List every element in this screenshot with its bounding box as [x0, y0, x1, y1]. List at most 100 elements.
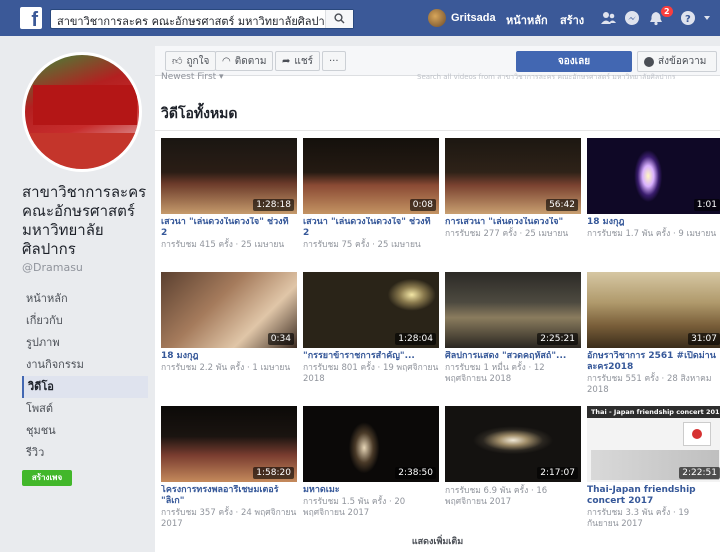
- page-profile-picture[interactable]: [22, 52, 142, 172]
- sidebar-item-reviews[interactable]: รีวิว: [22, 442, 148, 464]
- video-title[interactable]: 18 มงกุฎ: [161, 351, 297, 362]
- video-card[interactable]: 1:58:20 โครงการทรงพลอารีเชษมเตอร์ "ลิเก"…: [161, 406, 297, 530]
- video-thumbnail[interactable]: 1:58:20: [161, 406, 297, 482]
- video-card[interactable]: 31:07 อักษราวิชาการ 2561 #เปิดม่านละคร20…: [587, 272, 720, 396]
- video-title[interactable]: เสวนา "เล่นดวงในดวงใจ" ช่วงที่ 2: [161, 217, 297, 239]
- svg-text:?: ?: [685, 14, 691, 25]
- page-title[interactable]: สาขาวิชาการละคร คณะอักษรศาสตร์ มหาวิทยาล…: [22, 183, 152, 259]
- video-card[interactable]: 2:38:50 มหาดเมะ การรับชม 1.5 พัน ครั้ง ·…: [303, 406, 439, 519]
- messenger-icon: [644, 57, 654, 67]
- share-button[interactable]: ➦ แชร์: [275, 51, 320, 71]
- video-title[interactable]: เสวนา "เล่นดวงในดวงใจ" ช่วงที่ 2: [303, 217, 439, 239]
- video-duration: 1:58:20: [253, 467, 294, 479]
- video-card[interactable]: Thai - Japan friendship concert 2017 2:2…: [587, 406, 720, 530]
- thumbnail-caption: Thai - Japan friendship concert 2017: [587, 406, 720, 418]
- user-name: Gritsada: [451, 12, 496, 24]
- profile-picture-lower-band: [25, 133, 139, 169]
- follow-label: ติดตาม: [234, 55, 267, 67]
- video-views: การรับชม 6.9 พัน ครั้ง · 16 พฤศจิกายน 20…: [445, 486, 548, 507]
- rss-follow-icon: ◠: [222, 55, 231, 67]
- video-title[interactable]: การเสวนา "เล่นดวงในดวงใจ": [445, 217, 581, 228]
- avatar: [428, 9, 446, 27]
- search-icon: [334, 13, 345, 24]
- video-title[interactable]: 18 มงกุฎ: [587, 217, 720, 228]
- video-thumbnail[interactable]: Thai - Japan friendship concert 2017 2:2…: [587, 406, 720, 482]
- video-duration: 0:08: [409, 199, 436, 211]
- videos-panel: Newest First ▾ Search all videos from สา…: [155, 72, 720, 552]
- video-views: การรับชม 1.5 พัน ครั้ง · 20 พฤศจิกายน 20…: [303, 497, 406, 518]
- video-title[interactable]: โครงการทรงพลอารีเชษมเตอร์ "ลิเก": [161, 485, 297, 507]
- video-thumbnail[interactable]: 31:07: [587, 272, 720, 348]
- share-arrow-icon: ➦: [282, 55, 291, 67]
- sidebar-item-posts[interactable]: โพสต์: [22, 398, 148, 420]
- video-thumbnail[interactable]: 2:38:50: [303, 406, 439, 482]
- share-label: แชร์: [294, 55, 313, 67]
- send-message-button[interactable]: ส่งข้อความ: [637, 51, 717, 72]
- video-card[interactable]: 56:42 การเสวนา "เล่นดวงในดวงใจ" การรับชม…: [445, 138, 581, 240]
- video-card[interactable]: 1:28:18 เสวนา "เล่นดวงในดวงใจ" ช่วงที่ 2…: [161, 138, 297, 251]
- video-duration: 2:22:51: [679, 467, 720, 479]
- sort-dropdown[interactable]: Newest First ▾: [161, 72, 224, 82]
- page-username[interactable]: @Dramasu: [22, 261, 83, 274]
- facebook-logo-icon[interactable]: f: [20, 7, 42, 29]
- sidebar-item-about[interactable]: เกี่ยวกับ: [22, 310, 148, 332]
- profile-picture-banner: [33, 85, 137, 125]
- like-button[interactable]: 👍︎ ถูกใจ: [165, 51, 217, 71]
- video-thumbnail[interactable]: 0:08: [303, 138, 439, 214]
- video-thumbnail[interactable]: 2:25:21: [445, 272, 581, 348]
- search-button[interactable]: [325, 10, 353, 28]
- top-navigation-bar: f สาขาวิชาการละคร คณะอักษรศาสตร์ มหาวิทย…: [0, 0, 720, 36]
- sidebar-item-events[interactable]: งานกิจกรรม: [22, 354, 148, 376]
- video-thumbnail[interactable]: 56:42: [445, 138, 581, 214]
- video-thumbnail[interactable]: 1:28:18: [161, 138, 297, 214]
- home-link[interactable]: หน้าหลัก: [506, 11, 548, 29]
- video-thumbnail[interactable]: 1:28:04: [303, 272, 439, 348]
- like-label: ถูกใจ: [186, 55, 210, 67]
- video-duration: 31:07: [688, 333, 720, 345]
- messenger-icon[interactable]: [624, 10, 640, 26]
- video-views: การรับชม 551 ครั้ง · 28 สิงหาคม 2018: [587, 374, 712, 395]
- divider: [155, 130, 720, 131]
- more-options-button[interactable]: ···: [322, 51, 346, 71]
- page-sidebar-nav: หน้าหลัก เกี่ยวกับ รูปภาพ งานกิจกรรม วิด…: [22, 288, 148, 464]
- video-duration: 1:28:18: [253, 199, 294, 211]
- sidebar-item-community[interactable]: ชุมชน: [22, 420, 148, 442]
- video-thumbnail[interactable]: 2:17:07: [445, 406, 581, 482]
- video-card[interactable]: 2:17:07 การรับชม 6.9 พัน ครั้ง · 16 พฤศจ…: [445, 406, 581, 508]
- friend-requests-icon[interactable]: [600, 10, 616, 26]
- video-card[interactable]: 1:01 18 มงกุฎ การรับชม 1.7 พัน ครั้ง · 9…: [587, 138, 720, 240]
- send-message-label: ส่งข้อความ: [658, 56, 707, 67]
- video-views: การรับชม 357 ครั้ง · 24 พฤศจิกายน 2017: [161, 508, 297, 529]
- video-title[interactable]: มหาดเมะ: [303, 485, 439, 496]
- video-card[interactable]: 0:34 18 มงกุฎ การรับชม 2.2 พัน ครั้ง · 1…: [161, 272, 297, 374]
- video-title[interactable]: อักษราวิชาการ 2561 #เปิดม่านละคร2018: [587, 351, 720, 373]
- search-field[interactable]: สาขาวิชาการละคร คณะอักษรศาสตร์ มหาวิทยาล…: [50, 9, 354, 29]
- video-views: การรับชม 2.2 พัน ครั้ง · 1 เมษายน: [161, 363, 291, 373]
- account-menu-chevron-down-icon[interactable]: [702, 10, 712, 26]
- book-now-button[interactable]: จองเลย: [516, 51, 632, 72]
- video-search-input[interactable]: Search all videos from สาขาวิชาการละคร ค…: [417, 72, 717, 83]
- video-title[interactable]: Thai-Japan friendship concert 2017: [587, 485, 720, 507]
- sidebar-item-home[interactable]: หน้าหลัก: [22, 288, 148, 310]
- video-thumbnail[interactable]: 0:34: [161, 272, 297, 348]
- section-title: วิดีโอทั้งหมด: [161, 106, 238, 122]
- video-card[interactable]: 1:28:04 "กรรยาข้าราชการสำคัญ"... การรับช…: [303, 272, 439, 385]
- show-more-link[interactable]: แสดงเพิ่มเติม: [155, 534, 720, 548]
- video-title[interactable]: "กรรยาข้าราชการสำคัญ"...: [303, 351, 439, 362]
- video-card[interactable]: 2:25:21 ศิลปการแสดง "สวดคฤหัสถ์"... การร…: [445, 272, 581, 385]
- video-card[interactable]: 0:08 เสวนา "เล่นดวงในดวงใจ" ช่วงที่ 2 กา…: [303, 138, 439, 251]
- video-duration: 1:28:04: [395, 333, 436, 345]
- video-views: การรับชม 75 ครั้ง · 25 เมษายน: [303, 240, 421, 250]
- create-page-button[interactable]: สร้างเพจ: [22, 470, 72, 486]
- sidebar-item-videos[interactable]: วิดีโอ: [22, 376, 148, 398]
- video-duration: 0:34: [267, 333, 294, 345]
- follow-button[interactable]: ◠ ติดตาม: [215, 51, 274, 71]
- video-title[interactable]: ศิลปการแสดง "สวดคฤหัสถ์"...: [445, 351, 581, 362]
- help-icon[interactable]: ?: [680, 10, 696, 26]
- create-link[interactable]: สร้าง: [560, 11, 584, 29]
- profile-link[interactable]: Gritsada: [428, 8, 496, 28]
- search-input[interactable]: สาขาวิชาการละคร คณะอักษรศาสตร์ มหาวิทยาล…: [57, 12, 337, 30]
- video-thumbnail[interactable]: 1:01: [587, 138, 720, 214]
- sidebar-item-photos[interactable]: รูปภาพ: [22, 332, 148, 354]
- video-duration: 2:25:21: [537, 333, 578, 345]
